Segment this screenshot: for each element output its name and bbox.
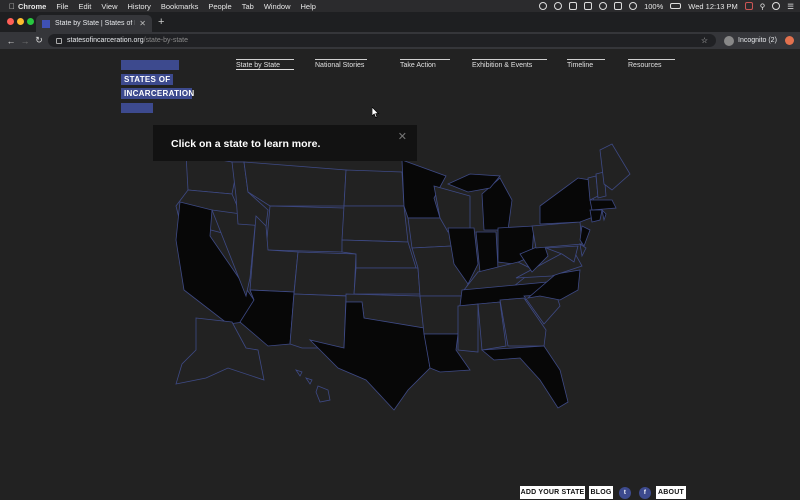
address-bar[interactable]: statesofincarceration.org /state-by-stat… xyxy=(48,34,716,47)
state-fl[interactable] xyxy=(480,345,569,409)
state-mt[interactable] xyxy=(243,161,347,207)
state-pa[interactable] xyxy=(531,221,583,249)
menu-help[interactable]: Help xyxy=(301,2,316,11)
state-me[interactable] xyxy=(599,143,631,191)
state-nm[interactable] xyxy=(289,293,347,349)
maximize-window-button[interactable] xyxy=(27,18,34,25)
extension-button-icon[interactable] xyxy=(785,36,794,45)
url-path: /state-by-state xyxy=(143,37,189,44)
map-instruction-tooltip: Click on a state to learn more. ✕ xyxy=(153,125,417,161)
tab-title: State by State | States of Incarcer xyxy=(55,20,135,27)
url-host: statesofincarceration.org xyxy=(67,37,144,44)
airplay-icon[interactable] xyxy=(614,2,623,10)
incognito-icon xyxy=(724,35,734,46)
state-sd[interactable] xyxy=(341,205,409,243)
mac-menubar:  Chrome File Edit View History Bookmark… xyxy=(0,0,800,12)
wifi-icon[interactable] xyxy=(629,2,638,10)
menu-file[interactable]: File xyxy=(56,2,68,11)
state-ks[interactable] xyxy=(353,267,421,295)
state-in[interactable] xyxy=(475,231,499,273)
extension-icon[interactable] xyxy=(569,2,578,10)
menu-people[interactable]: People xyxy=(208,2,231,11)
state-hi[interactable] xyxy=(295,369,331,403)
web-page: STATES OF INCARCERATION State by State N… xyxy=(0,49,800,500)
browser-tab[interactable]: State by State | States of Incarcer ✕ xyxy=(36,15,152,32)
twitter-icon[interactable]: t xyxy=(619,487,631,499)
close-tab-icon[interactable]: ✕ xyxy=(139,19,146,28)
reload-icon[interactable]: ↻ xyxy=(32,35,46,46)
battery-percent: 100% xyxy=(644,1,664,11)
tooltip-message: Click on a state to learn more. xyxy=(171,138,321,150)
favicon-icon xyxy=(42,19,50,28)
menu-tab[interactable]: Tab xyxy=(242,2,254,11)
state-nd[interactable] xyxy=(343,169,405,207)
state-ri[interactable] xyxy=(601,208,607,222)
notification-center-icon[interactable]: ☰ xyxy=(787,2,794,11)
menu-app-chrome[interactable]: Chrome xyxy=(18,2,46,11)
siri-icon[interactable] xyxy=(772,2,781,10)
tab-strip: State by State | States of Incarcer ✕ + xyxy=(0,12,800,32)
screen-share-icon[interactable] xyxy=(599,2,608,10)
bookmark-star-icon[interactable]: ☆ xyxy=(701,36,708,45)
facebook-icon[interactable]: f xyxy=(639,487,651,499)
apple-icon[interactable]:  xyxy=(6,2,18,11)
menu-window[interactable]: Window xyxy=(264,2,291,11)
menu-edit[interactable]: Edit xyxy=(78,2,91,11)
state-ma[interactable] xyxy=(589,199,617,211)
forward-icon[interactable]: → xyxy=(18,36,32,46)
close-icon[interactable]: ✕ xyxy=(398,130,407,143)
back-icon[interactable]: ← xyxy=(4,36,18,46)
bluetooth-icon[interactable] xyxy=(584,2,593,10)
state-de[interactable] xyxy=(579,243,587,258)
menu-view[interactable]: View xyxy=(101,2,117,11)
lock-icon[interactable] xyxy=(56,37,62,44)
state-wy[interactable] xyxy=(265,205,345,253)
browser-toolbar: ← → ↻ statesofincarceration.org /state-b… xyxy=(0,32,800,49)
minimize-window-button[interactable] xyxy=(17,18,24,25)
menu-bookmarks[interactable]: Bookmarks xyxy=(161,2,199,11)
state-ct[interactable] xyxy=(589,209,603,223)
record-icon[interactable] xyxy=(539,2,548,10)
battery-icon[interactable] xyxy=(670,3,682,9)
about-button[interactable]: ABOUT xyxy=(656,486,686,499)
add-your-state-button[interactable]: ADD YOUR STATE xyxy=(520,486,585,499)
screen:  Chrome File Edit View History Bookmark… xyxy=(0,0,800,500)
state-co[interactable] xyxy=(293,251,357,297)
clock[interactable]: Wed 12:13 PM xyxy=(688,2,737,11)
blog-button[interactable]: BLOG xyxy=(589,486,613,499)
spotlight-icon[interactable]: ⚲ xyxy=(760,2,766,11)
status-area: 100% Wed 12:13 PM ⚲ ☰ xyxy=(539,2,794,11)
incognito-profile[interactable]: Incognito (2) xyxy=(724,35,777,46)
mouse-cursor-icon xyxy=(372,107,380,118)
state-ms[interactable] xyxy=(457,303,479,353)
state-ar[interactable] xyxy=(419,295,463,335)
us-map xyxy=(175,143,631,411)
state-ny[interactable] xyxy=(539,177,597,225)
incognito-label: Incognito (2) xyxy=(738,37,777,44)
status-circle-icon[interactable] xyxy=(554,2,563,10)
flag-icon[interactable] xyxy=(744,2,753,10)
close-window-button[interactable] xyxy=(7,18,14,25)
menu-history[interactable]: History xyxy=(128,2,151,11)
new-tab-icon[interactable]: + xyxy=(158,16,164,28)
